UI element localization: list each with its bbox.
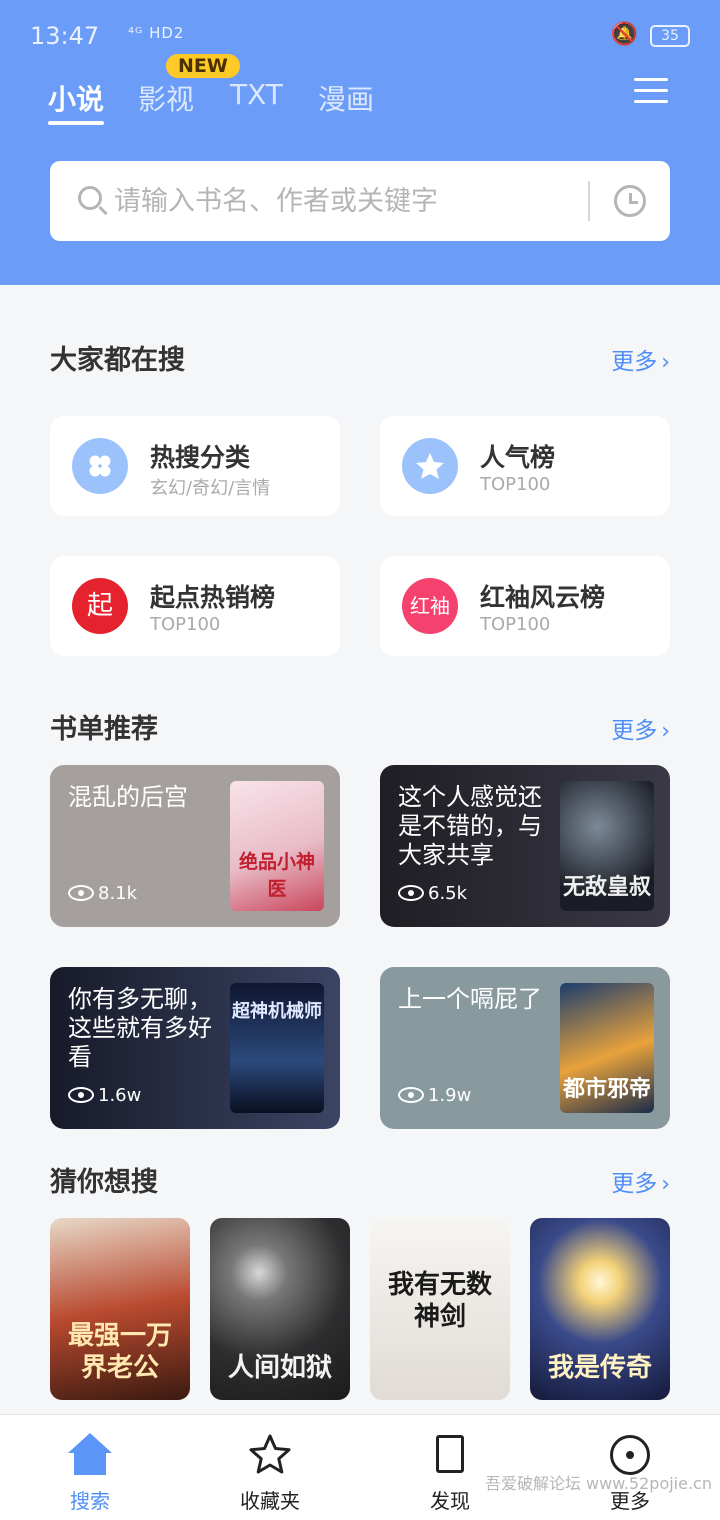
guess-book-cover[interactable]: 我有无数神剑: [370, 1218, 510, 1400]
cover-title: 我是传奇: [530, 1218, 670, 1400]
search-divider: [588, 181, 590, 221]
views-count: 6.5k: [428, 883, 468, 904]
guess-book-cover[interactable]: 最强一万界老公: [50, 1218, 190, 1400]
tab-video-label: 影视: [138, 83, 195, 116]
rank-card-title: 起点热销榜: [150, 583, 276, 612]
header-bar: 13:47 ⁴ᴳ HD2 🔕 35 小说 影视 NEW TXT 漫画: [0, 0, 720, 285]
search-bar: [50, 161, 670, 241]
more-label: 更多: [611, 1171, 658, 1197]
rank-card-subtitle: TOP100: [480, 614, 551, 635]
chevron-right-icon: ›: [661, 1172, 670, 1197]
booklist-views: 1.6w: [68, 1085, 141, 1106]
qidian-logo-icon: 起: [72, 578, 128, 634]
rank-card-subtitle: TOP100: [480, 474, 551, 495]
rank-card-title: 红袖风云榜: [480, 583, 606, 612]
booklist-card[interactable]: 你有多无聊，这些就有多好看 1.6w 超神机械师: [50, 967, 340, 1129]
guess-book-cover[interactable]: 人间如狱: [210, 1218, 350, 1400]
cover-title: 无敌皇叔: [560, 781, 654, 911]
booklist-title: 混乱的后宫: [68, 783, 188, 811]
battery-icon: 35: [650, 25, 690, 47]
rank-card-qidian[interactable]: 起 起点热销榜 TOP100: [50, 556, 340, 656]
cover-title: 人间如狱: [210, 1218, 350, 1400]
rank-card-subtitle: TOP100: [150, 614, 221, 635]
nav-label: 搜索: [70, 1489, 110, 1513]
cover-title: 超神机械师: [230, 983, 324, 1113]
status-bar: 13:47 ⁴ᴳ HD2 🔕 35: [30, 22, 690, 52]
grid-icon: [72, 438, 128, 494]
section-title-guess: 猜你想搜: [50, 1167, 158, 1198]
nav-search[interactable]: 搜索: [30, 1433, 150, 1514]
views-count: 8.1k: [98, 883, 138, 904]
cover-title: 绝品小神医: [230, 781, 324, 911]
status-time: 13:47: [30, 22, 100, 50]
tab-novel[interactable]: 小说: [48, 78, 105, 125]
rank-card-hongxiu[interactable]: 红袖 红袖风云榜 TOP100: [380, 556, 670, 656]
booklist-card[interactable]: 上一个嗝屁了 1.9w 都市邪帝: [380, 967, 670, 1129]
new-badge: NEW: [166, 54, 240, 78]
tab-txt[interactable]: TXT: [230, 78, 283, 111]
rank-card-subtitle: 玄幻/奇幻/言情: [150, 478, 271, 499]
book-cover: 无敌皇叔: [560, 781, 654, 911]
views-count: 1.9w: [428, 1085, 472, 1106]
section-title-booklist: 书单推荐: [50, 714, 158, 745]
booklist-views: 1.9w: [398, 1085, 471, 1106]
book-cover: 绝品小神医: [230, 781, 324, 911]
booklist-views: 8.1k: [68, 883, 137, 904]
booklist-card[interactable]: 这个人感觉还是不错的，与大家共享 6.5k 无敌皇叔: [380, 765, 670, 927]
booklist-card[interactable]: 混乱的后宫 8.1k 绝品小神医: [50, 765, 340, 927]
bottom-navigation: 搜索 收藏夹 发现 更多: [0, 1414, 720, 1520]
chevron-right-icon: ›: [661, 719, 670, 744]
rank-card-popular[interactable]: 人气榜 TOP100: [380, 416, 670, 516]
booklist-title: 这个人感觉还是不错的，与大家共享: [398, 783, 542, 869]
nav-label: 收藏夹: [240, 1489, 300, 1513]
more-link-booklist[interactable]: 更多 ›: [611, 711, 670, 745]
home-icon: [68, 1433, 112, 1477]
network-indicator: ⁴ᴳ HD2: [128, 24, 185, 42]
section-title-hot: 大家都在搜: [50, 345, 185, 376]
chevron-right-icon: ›: [661, 350, 670, 375]
search-icon: [78, 186, 102, 210]
eye-icon: [68, 1087, 94, 1103]
nav-favorites[interactable]: 收藏夹: [210, 1433, 330, 1514]
star-icon: [402, 438, 458, 494]
rank-card-title: 人气榜: [480, 443, 556, 472]
booklist-title: 你有多无聊，这些就有多好看: [68, 985, 212, 1071]
tab-comic[interactable]: 漫画: [318, 78, 374, 118]
cover-title: 我有无数神剑: [370, 1218, 510, 1400]
more-label: 更多: [611, 718, 658, 744]
menu-icon[interactable]: [634, 78, 668, 106]
more-link-guess[interactable]: 更多 ›: [611, 1164, 670, 1198]
guess-book-cover[interactable]: 我是传奇: [530, 1218, 670, 1400]
booklist-title: 上一个嗝屁了: [398, 985, 542, 1013]
book-cover: 都市邪帝: [560, 983, 654, 1113]
mute-bell-icon: 🔕: [610, 22, 638, 47]
rank-card-hot-category[interactable]: 热搜分类 玄幻/奇幻/言情: [50, 416, 340, 516]
eye-icon: [68, 885, 94, 901]
rank-card-title: 热搜分类: [150, 443, 251, 472]
history-clock-icon[interactable]: [614, 185, 646, 217]
star-outline-icon: [248, 1433, 292, 1477]
eye-icon: [398, 885, 424, 901]
bookmark-icon: [428, 1433, 472, 1477]
cover-title: 最强一万界老公: [50, 1218, 190, 1400]
cover-title: 都市邪帝: [560, 983, 654, 1113]
more-link-hot[interactable]: 更多 ›: [611, 342, 670, 376]
more-label: 更多: [611, 349, 658, 375]
search-input[interactable]: [114, 181, 574, 221]
watermark-text: 吾爱破解论坛 www.52pojie.cn: [484, 1474, 712, 1493]
eye-icon: [398, 1087, 424, 1103]
views-count: 1.6w: [98, 1085, 142, 1106]
book-cover: 超神机械师: [230, 983, 324, 1113]
hongxiu-logo-icon: 红袖: [402, 578, 458, 634]
booklist-views: 6.5k: [398, 883, 467, 904]
tab-video[interactable]: 影视 NEW: [138, 54, 240, 118]
